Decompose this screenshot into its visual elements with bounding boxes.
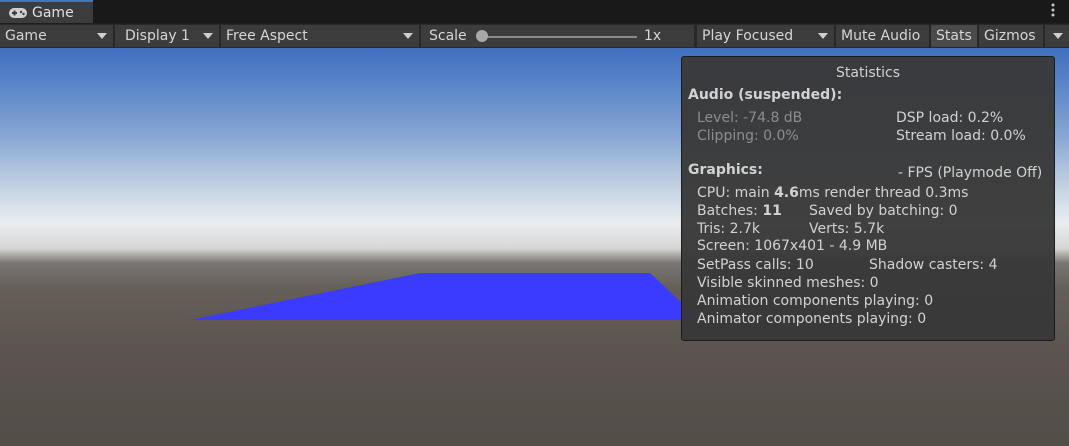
display-label: Display 1 bbox=[125, 28, 190, 44]
kebab-menu-icon[interactable] bbox=[1051, 3, 1055, 20]
chevron-down-icon bbox=[1053, 33, 1063, 39]
view-mode-dropdown[interactable]: Game bbox=[0, 25, 113, 47]
audio-clipping: Clipping: 0.0% bbox=[697, 128, 799, 144]
animation-components-readout: Animation components playing: 0 bbox=[697, 293, 934, 309]
game-tab-label: Game bbox=[32, 4, 74, 21]
gizmos-button[interactable]: Gizmos bbox=[979, 25, 1043, 47]
setpass-readout: SetPass calls: 10 bbox=[697, 257, 814, 273]
play-mode-dropdown[interactable]: Play Focused bbox=[697, 25, 834, 47]
audio-header: Audio (suspended): bbox=[688, 87, 843, 103]
chevron-down-icon bbox=[97, 33, 107, 39]
play-mode-label: Play Focused bbox=[702, 28, 794, 44]
chevron-down-icon bbox=[203, 33, 213, 39]
mute-audio-button[interactable]: Mute Audio bbox=[836, 25, 929, 47]
shadow-casters-readout: Shadow casters: 4 bbox=[869, 257, 998, 273]
dsp-load: DSP load: 0.2% bbox=[896, 110, 1004, 126]
animator-components-readout: Animator components playing: 0 bbox=[697, 311, 927, 327]
tris-readout: Tris: 2.7k bbox=[697, 221, 760, 237]
cpu-readout: CPU: main 4.6ms render thread 0.3ms bbox=[697, 185, 968, 202]
game-view-toolbar: Game Display 1 Free Aspect Scale 1x Play… bbox=[0, 24, 1069, 48]
gamepad-icon bbox=[9, 7, 27, 18]
fps-readout: - FPS (Playmode Off) bbox=[898, 165, 1043, 181]
scale-slider-track[interactable] bbox=[481, 36, 637, 38]
cpu-suffix: ms render thread 0.3ms bbox=[798, 185, 969, 201]
chevron-down-icon bbox=[403, 33, 413, 39]
scale-slider-thumb[interactable] bbox=[476, 30, 488, 42]
statistics-panel: Statistics Audio (suspended): Level: -74… bbox=[681, 56, 1055, 341]
scale-label: Scale bbox=[429, 28, 467, 44]
audio-level: Level: -74.8 dB bbox=[697, 110, 803, 126]
batches-readout: Batches: 11 bbox=[697, 203, 782, 220]
batches-prefix: Batches: bbox=[697, 203, 763, 219]
skinned-meshes-readout: Visible skinned meshes: 0 bbox=[697, 275, 879, 291]
scale-control: Scale 1x bbox=[421, 25, 694, 47]
tab-bar: Game bbox=[0, 0, 1069, 23]
stats-title: Statistics bbox=[836, 65, 900, 81]
chevron-down-icon bbox=[818, 33, 828, 39]
gizmos-dropdown[interactable] bbox=[1045, 25, 1069, 47]
batches-value: 11 bbox=[762, 203, 782, 219]
saved-by-batching: Saved by batching: 0 bbox=[809, 203, 958, 219]
view-mode-label: Game bbox=[5, 28, 47, 44]
stream-load: Stream load: 0.0% bbox=[896, 128, 1026, 144]
mute-audio-label: Mute Audio bbox=[841, 28, 921, 44]
cpu-prefix: CPU: main bbox=[697, 185, 775, 201]
display-dropdown[interactable]: Display 1 bbox=[115, 25, 219, 47]
gizmos-label: Gizmos bbox=[984, 28, 1036, 44]
verts-readout: Verts: 5.7k bbox=[809, 221, 885, 237]
game-tab[interactable]: Game bbox=[0, 0, 93, 23]
cpu-main-value: 4.6 bbox=[774, 185, 799, 201]
screen-readout: Screen: 1067x401 - 4.9 MB bbox=[697, 238, 888, 254]
aspect-dropdown[interactable]: Free Aspect bbox=[221, 25, 419, 47]
stats-button[interactable]: Stats bbox=[931, 25, 977, 47]
scale-value: 1x bbox=[644, 28, 662, 44]
aspect-label: Free Aspect bbox=[226, 28, 308, 44]
stats-label: Stats bbox=[936, 28, 972, 44]
graphics-header: Graphics: bbox=[688, 162, 763, 178]
